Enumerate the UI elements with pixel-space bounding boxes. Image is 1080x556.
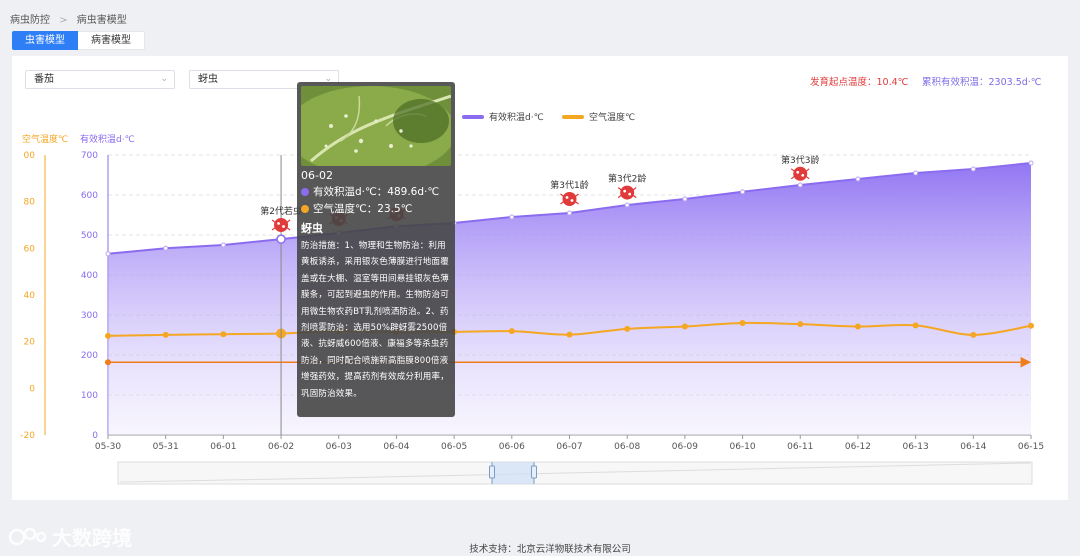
- chevron-down-icon: ⌄: [160, 74, 168, 84]
- tooltip-pest-name: 蚜虫: [301, 222, 323, 235]
- data-tooltip: 06-02 有效积温d·℃：489.6d·℃ 空气温度℃：23.5℃ 蚜虫 防治…: [297, 82, 455, 417]
- tab-disease-model[interactable]: 病害模型: [78, 31, 145, 50]
- aphid-leaf-image: [301, 86, 451, 166]
- tab-pest-model[interactable]: 虫害模型: [12, 31, 78, 50]
- chart-panel: [12, 56, 1068, 500]
- footer-support: 技术支持：北京云洋物联技术有限公司: [469, 544, 631, 555]
- tooltip-air-row: 空气温度℃：23.5℃: [301, 201, 451, 216]
- tooltip-air-value: 空气温度℃：23.5℃: [313, 203, 413, 215]
- breadcrumb-separator: >: [59, 15, 68, 26]
- accum-temp-info: 累积有效积温：2303.5d·℃: [922, 77, 1042, 88]
- air-dot-icon: [301, 204, 309, 213]
- start-temp-info: 发育起点温度：10.4℃: [810, 77, 909, 88]
- breadcrumb-current: 病虫害模型: [76, 15, 127, 26]
- pest-select-value: 蚜虫: [198, 74, 218, 85]
- breadcrumb-parent[interactable]: 病虫防控: [10, 15, 50, 26]
- model-tabs: 虫害模型 病害模型: [12, 31, 145, 50]
- accum-dot-icon: [301, 187, 309, 196]
- tooltip-accum-value: 有效积温d·℃：489.6d·℃: [313, 186, 440, 198]
- crop-select-value: 番茄: [34, 74, 54, 85]
- breadcrumb: 病虫防控 > 病虫害模型: [10, 11, 127, 26]
- tooltip-accum-row: 有效积温d·℃：489.6d·℃: [301, 184, 451, 199]
- pest-photo: [301, 86, 451, 166]
- tooltip-date: 06-02: [301, 169, 333, 182]
- crop-select[interactable]: 番茄 ⌄: [25, 70, 175, 89]
- tooltip-control-measures: 防治措施：1、物理和生物防治：利用黄板诱杀，采用银灰色薄膜进行地面覆盖或在大棚、…: [301, 241, 449, 399]
